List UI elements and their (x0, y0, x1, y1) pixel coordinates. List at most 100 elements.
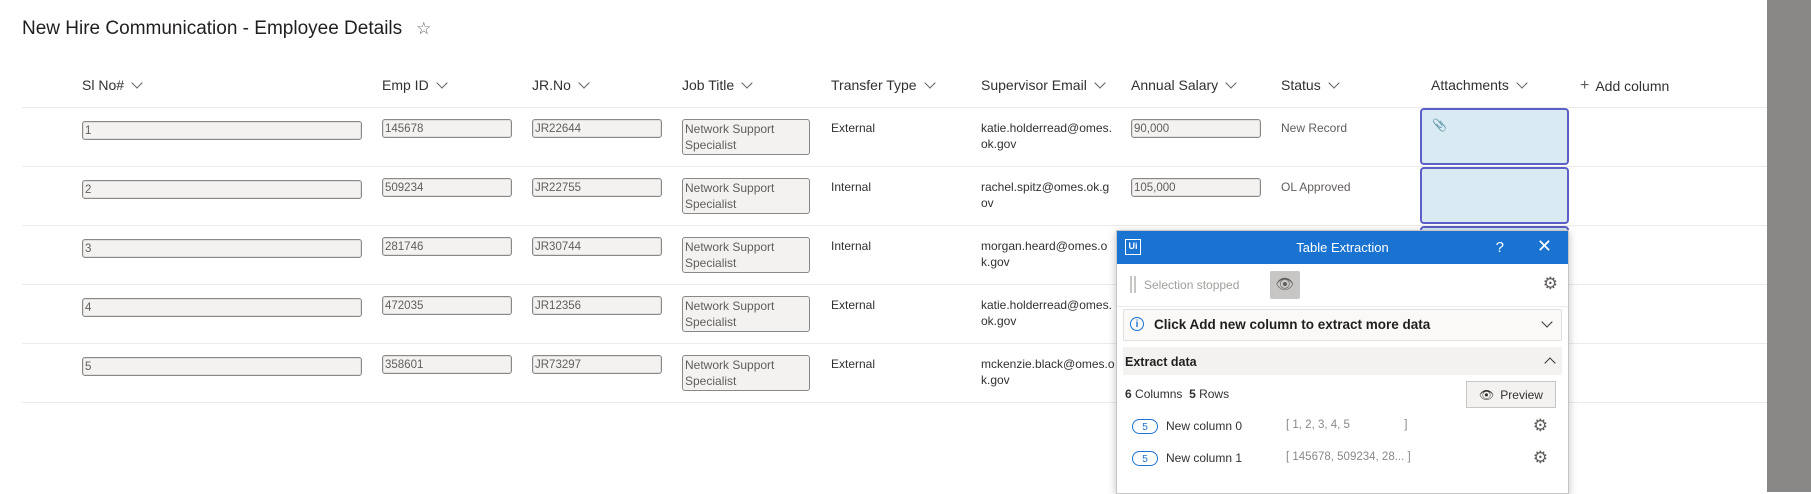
transfer-type: External (831, 298, 876, 312)
jr-no-field[interactable]: JR73297 (532, 355, 662, 374)
column-header-emp-id[interactable]: Emp ID (382, 77, 448, 93)
extracted-column-row[interactable]: 5 New column 1 [ 145678, 509234, 28... ]… (1123, 443, 1562, 475)
column-header-label: Annual Salary (1131, 77, 1219, 93)
gear-icon[interactable]: ⚙ (1533, 416, 1548, 436)
sl-no-field[interactable]: 2 (82, 180, 362, 199)
extract-data-section-header[interactable]: Extract data (1123, 347, 1562, 375)
attachments-cell[interactable]: 📎 (1420, 108, 1569, 165)
job-title-field[interactable]: Network Support Specialist (682, 355, 810, 391)
pause-icon[interactable] (1130, 276, 1136, 293)
gear-icon[interactable]: ⚙ (1543, 274, 1558, 294)
extracted-column-row[interactable]: 5 New column 0 [ 1, 2, 3, 4, 5 ] ⚙ (1123, 411, 1562, 443)
info-icon: i (1130, 317, 1144, 331)
chevron-down-icon[interactable] (1541, 316, 1553, 328)
emp-id-field[interactable]: 145678 (382, 119, 512, 138)
job-title-field[interactable]: Network Support Specialist (682, 237, 810, 273)
column-header-sl-no[interactable]: Sl No# (82, 77, 143, 93)
column-header-jr-no[interactable]: JR.No (532, 77, 590, 93)
supervisor-email-line: k.gov (981, 373, 1010, 387)
jr-no-field[interactable]: JR30744 (532, 237, 662, 256)
job-title-line: Specialist (685, 374, 737, 388)
count-badge: 5 (1132, 419, 1158, 434)
chevron-up-icon[interactable] (1544, 357, 1556, 369)
eye-icon: 👁 (1275, 276, 1295, 293)
selection-status: Selection stopped (1144, 278, 1240, 292)
columns-count: 6 (1125, 387, 1132, 401)
column-header-label: Supervisor Email (981, 77, 1087, 93)
side-scrim (1767, 0, 1811, 492)
chevron-down-icon (436, 77, 448, 89)
add-column-button[interactable]: + Add column (1580, 77, 1669, 95)
column-values: [ 1, 2, 3, 4, 5 ] (1286, 419, 1408, 431)
sl-no-field[interactable]: 3 (82, 239, 362, 258)
supervisor-email-line: k.gov (981, 255, 1010, 269)
paperclip-icon: 📎 (1432, 118, 1447, 132)
chevron-down-icon (1328, 77, 1340, 89)
preview-button[interactable]: 👁 Preview (1466, 381, 1556, 408)
job-title-field[interactable]: Network Support Specialist (682, 119, 810, 155)
highlight-toggle-button[interactable]: 👁 (1270, 271, 1300, 299)
job-title-line: Network Support (685, 358, 775, 372)
supervisor-email-line: katie.holderread@omes. (981, 298, 1112, 312)
table-extraction-panel: Ui Table Extraction ? ✕ Selection stoppe… (1116, 230, 1569, 494)
annual-salary-field[interactable]: 105,000 (1131, 178, 1261, 197)
info-bar[interactable]: i Click Add new column to extract more d… (1123, 309, 1562, 341)
chevron-down-icon (1094, 77, 1106, 89)
gear-icon[interactable]: ⚙ (1533, 448, 1548, 468)
status-text: New Record (1281, 121, 1348, 135)
column-values: [ 145678, 509234, 28... ] (1286, 451, 1411, 463)
chevron-down-icon (131, 77, 143, 89)
job-title-line: Specialist (685, 256, 737, 270)
column-header-status[interactable]: Status (1281, 77, 1340, 93)
summary-text: 6 Columns 5 Rows (1125, 387, 1229, 401)
emp-id-field[interactable]: 358601 (382, 355, 512, 374)
jr-no-field[interactable]: JR22755 (532, 178, 662, 197)
column-header-label: Attachments (1431, 77, 1509, 93)
supervisor-email-line: ok.gov (981, 137, 1017, 151)
supervisor-email-line: morgan.heard@omes.o (981, 239, 1108, 253)
jr-no-field[interactable]: JR22644 (532, 119, 662, 138)
preview-label: Preview (1500, 387, 1543, 402)
job-title-line: Specialist (685, 138, 737, 152)
close-button[interactable]: ✕ (1537, 236, 1552, 257)
columns-label: Columns (1135, 387, 1183, 401)
emp-id-field[interactable]: 472035 (382, 296, 512, 315)
column-name: New column 0 (1166, 419, 1243, 433)
info-message: Click Add new column to extract more dat… (1154, 317, 1431, 332)
panel-toolbar: Selection stopped 👁 ⚙ (1117, 264, 1568, 307)
transfer-type: Internal (831, 239, 872, 253)
eye-icon: 👁 (1479, 387, 1495, 402)
attachments-cell[interactable] (1420, 167, 1569, 224)
emp-id-field[interactable]: 509234 (382, 178, 512, 197)
page-title: New Hire Communication - Employee Detail… (22, 18, 403, 39)
column-header-annual-salary[interactable]: Annual Salary (1131, 77, 1237, 93)
extract-data-title: Extract data (1125, 355, 1197, 369)
job-title-line: Network Support (685, 299, 775, 313)
column-header-transfer-type[interactable]: Transfer Type (831, 77, 936, 93)
transfer-type: External (831, 357, 876, 371)
emp-id-field[interactable]: 281746 (382, 237, 512, 256)
chevron-down-icon (1225, 77, 1237, 89)
help-button[interactable]: ? (1496, 239, 1504, 256)
job-title-field[interactable]: Network Support Specialist (682, 296, 810, 332)
column-header-attachments[interactable]: Attachments (1431, 77, 1528, 93)
annual-salary-field[interactable]: 90,000 (1131, 119, 1261, 138)
star-icon[interactable]: ☆ (416, 19, 431, 39)
job-title-field[interactable]: Network Support Specialist (682, 178, 810, 214)
supervisor-email-line: mckenzie.black@omes.o (981, 357, 1115, 371)
column-header-supervisor-email[interactable]: Supervisor Email (981, 77, 1106, 93)
supervisor-email-line: ov (981, 196, 994, 210)
jr-no-field[interactable]: JR12356 (532, 296, 662, 315)
panel-titlebar[interactable]: Ui Table Extraction ? ✕ (1117, 231, 1568, 264)
add-column-label: Add column (1595, 78, 1670, 94)
column-header-label: Sl No# (82, 77, 125, 93)
sl-no-field[interactable]: 1 (82, 121, 362, 140)
extract-summary: 6 Columns 5 Rows 👁 Preview (1123, 375, 1562, 411)
transfer-type: Internal (831, 180, 872, 194)
job-title-line: Network Support (685, 240, 775, 254)
column-header-label: Emp ID (382, 77, 429, 93)
sl-no-field[interactable]: 5 (82, 357, 362, 376)
sl-no-field[interactable]: 4 (82, 298, 362, 317)
column-header-job-title[interactable]: Job Title (682, 77, 753, 93)
status-text: OL Approved (1281, 180, 1351, 194)
